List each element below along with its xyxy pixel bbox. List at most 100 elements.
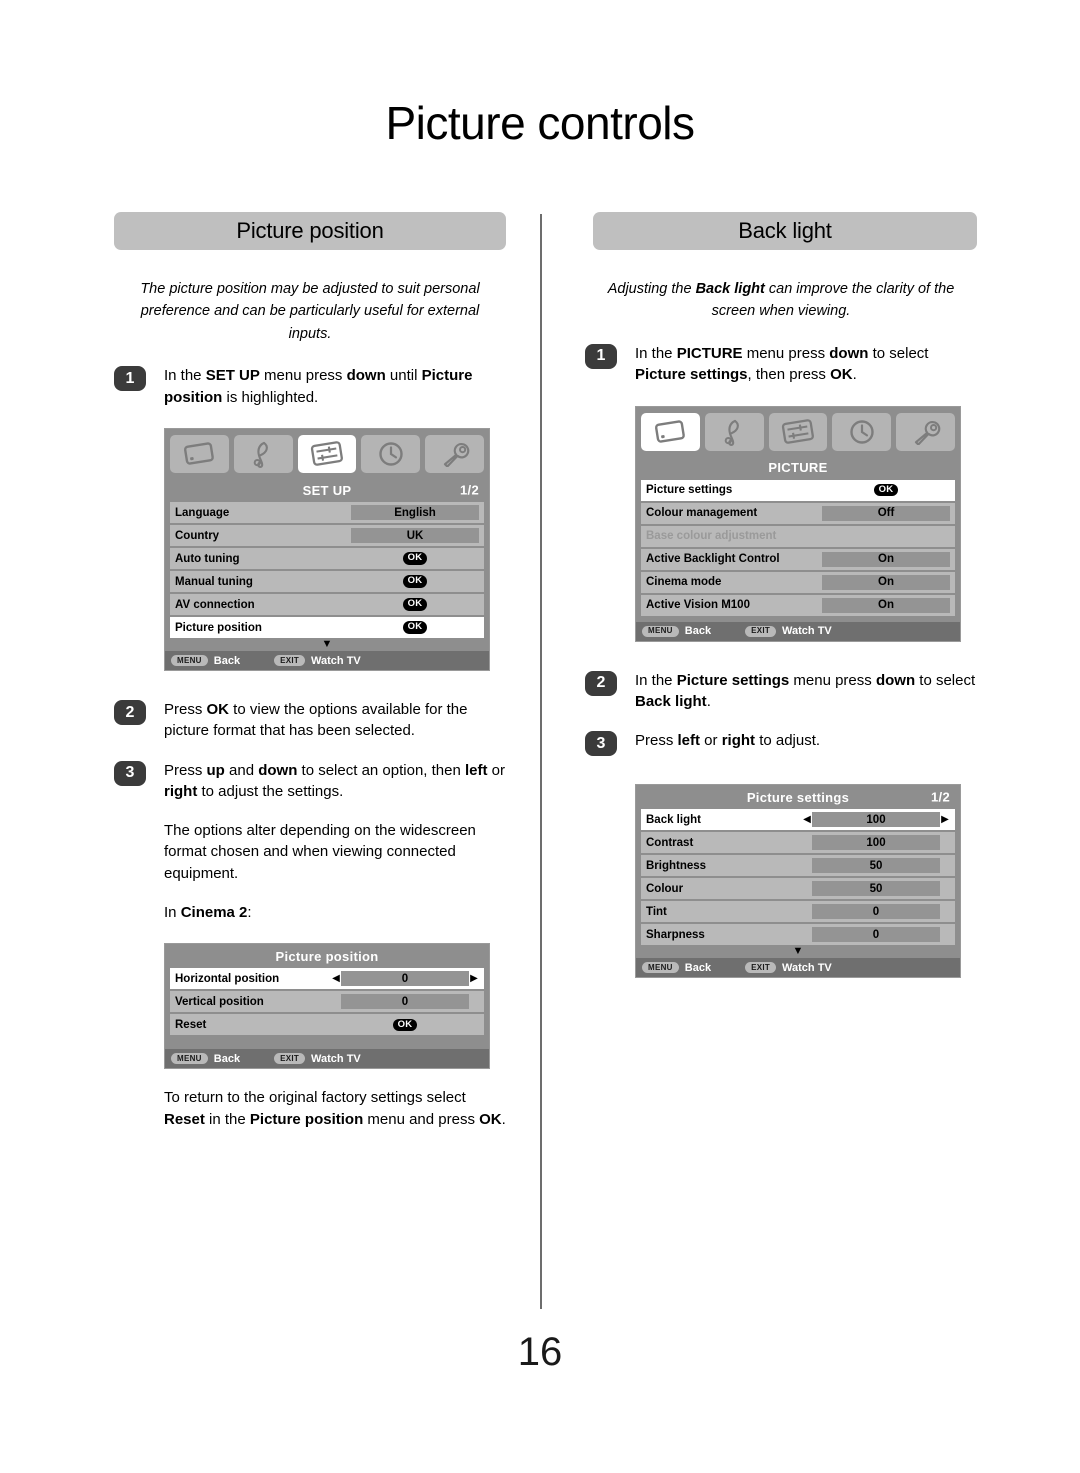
osd-row-sharpness[interactable]: Sharpness 0 bbox=[641, 924, 955, 946]
osd-row-horizontal-position[interactable]: Horizontal position ◀ 0 ▶ bbox=[170, 968, 484, 990]
osd-row-label: Brightness bbox=[646, 859, 707, 872]
osd-row-contrast[interactable]: Contrast 100 bbox=[641, 832, 955, 854]
osd-row-colour-management[interactable]: Colour management Off bbox=[641, 502, 955, 524]
osd-row-colour[interactable]: Colour 50 bbox=[641, 878, 955, 900]
osd-row-value[interactable]: 100 bbox=[812, 812, 940, 828]
exit-key-pill[interactable]: EXIT bbox=[274, 1053, 306, 1065]
reset-note-bold-reset: Reset bbox=[164, 1110, 205, 1128]
osd-row-ok[interactable]: OK bbox=[351, 552, 479, 565]
reset-note-pre: To return to the original factory settin… bbox=[164, 1089, 466, 1107]
step-bold-back-light: Back light bbox=[635, 692, 707, 710]
osd-row-label: Picture settings bbox=[646, 484, 733, 497]
ok-badge: OK bbox=[873, 483, 899, 497]
scroll-down-indicator-icon[interactable]: ▼ bbox=[636, 946, 960, 959]
arrow-left-icon[interactable]: ◀ bbox=[802, 814, 812, 825]
osd-row-picture-settings[interactable]: Picture settings OK bbox=[641, 479, 955, 501]
osd-row-reset[interactable]: Reset OK bbox=[170, 1014, 484, 1036]
osd-row-back-light[interactable]: Back light ◀ 100 ▶ bbox=[641, 809, 955, 831]
menu-key-pill[interactable]: MENU bbox=[642, 625, 679, 637]
step-badge: 3 bbox=[585, 731, 617, 757]
osd-row-value[interactable]: 50 bbox=[812, 858, 940, 874]
sliders-icon[interactable] bbox=[768, 412, 828, 451]
osd-row-country[interactable]: Country UK bbox=[170, 525, 484, 546]
osd-row-brightness[interactable]: Brightness 50 bbox=[641, 855, 955, 877]
scroll-down-indicator-icon[interactable]: ▼ bbox=[165, 639, 489, 651]
osd-row-value[interactable]: On bbox=[822, 574, 950, 590]
osd-row-value[interactable]: 100 bbox=[812, 835, 940, 851]
osd-row-tint[interactable]: Tint 0 bbox=[641, 901, 955, 923]
osd-title-bar: Picture settings 1/2 bbox=[636, 785, 960, 810]
osd-row-label: Back light bbox=[646, 813, 701, 826]
exit-key-pill[interactable]: EXIT bbox=[274, 655, 306, 666]
clock-icon[interactable] bbox=[832, 412, 892, 451]
osd-row-list: Language English Country UK Auto tuning … bbox=[165, 502, 489, 638]
menu-key-pill[interactable]: MENU bbox=[642, 962, 679, 974]
osd-page-indicator: 1/2 bbox=[931, 789, 950, 805]
menu-key-label: Back bbox=[684, 961, 712, 974]
cinema-label-bold: Cinema 2 bbox=[180, 904, 248, 922]
osd-row-vertical-position[interactable]: Vertical position 0 bbox=[170, 991, 484, 1013]
osd-row-ok[interactable]: OK bbox=[822, 483, 950, 497]
intro-paragraph-left: The picture position may be adjusted to … bbox=[114, 278, 506, 345]
osd-footer-bar: MENU Back EXIT Watch TV bbox=[165, 1049, 489, 1069]
osd-row-manual-tuning[interactable]: Manual tuning OK bbox=[170, 571, 484, 592]
tv-screen-icon[interactable] bbox=[641, 412, 700, 451]
step-bold-up: up bbox=[206, 761, 225, 779]
step-text-mid: and bbox=[224, 761, 259, 779]
step-text-mid: menu press bbox=[259, 367, 347, 385]
step-bold-ok: OK bbox=[206, 701, 230, 718]
osd-row-value[interactable]: 50 bbox=[812, 881, 940, 897]
osd-row-picture-position[interactable]: Picture position OK bbox=[170, 617, 484, 638]
music-note-icon[interactable] bbox=[233, 435, 293, 473]
osd-row-value bbox=[822, 529, 950, 544]
osd-row-language[interactable]: Language English bbox=[170, 502, 484, 523]
osd-row-value[interactable]: 0 bbox=[341, 971, 469, 987]
osd-row-active-backlight-control[interactable]: Active Backlight Control On bbox=[641, 548, 955, 570]
section-title-text: Picture position bbox=[236, 218, 384, 243]
wrench-icon[interactable] bbox=[425, 435, 484, 473]
exit-key-pill[interactable]: EXIT bbox=[745, 962, 777, 974]
clock-icon[interactable] bbox=[361, 435, 421, 473]
arrow-left-icon[interactable]: ◀ bbox=[331, 973, 341, 984]
osd-row-value[interactable]: On bbox=[822, 551, 950, 567]
osd-row-ok[interactable]: OK bbox=[341, 1018, 469, 1032]
osd-row-value[interactable]: UK bbox=[351, 528, 479, 543]
osd-row-value[interactable]: 0 bbox=[812, 904, 940, 920]
step-3-left: 3 Press up and down to select an option,… bbox=[114, 760, 506, 803]
tv-screen-icon[interactable] bbox=[170, 435, 229, 473]
step-text-post: to adjust. bbox=[755, 732, 821, 750]
osd-row-value[interactable]: 0 bbox=[341, 994, 469, 1010]
setup-menu-screenshot: SET UP 1/2 Language English Country UK A… bbox=[164, 428, 490, 671]
osd-row-cinema-mode[interactable]: Cinema mode On bbox=[641, 571, 955, 593]
osd-row-ok[interactable]: OK bbox=[351, 575, 479, 588]
picture-settings-menu-screenshot: Picture settings 1/2 Back light ◀ 100 ▶ … bbox=[635, 784, 961, 979]
osd-row-active-vision-m100[interactable]: Active Vision M100 On bbox=[641, 594, 955, 616]
osd-row-label: Reset bbox=[175, 1018, 207, 1031]
osd-row-value[interactable]: 0 bbox=[812, 927, 940, 943]
osd-row-list: Picture settings OK Colour management Of… bbox=[636, 479, 960, 616]
osd-page-indicator: 1/2 bbox=[460, 482, 479, 498]
osd-row-value[interactable]: English bbox=[351, 505, 479, 520]
menu-key-label: Back bbox=[213, 654, 241, 667]
menu-key-pill[interactable]: MENU bbox=[171, 655, 208, 666]
osd-row-label: Horizontal position bbox=[175, 972, 280, 985]
menu-key-pill[interactable]: MENU bbox=[171, 1053, 208, 1065]
osd-row-ok[interactable]: OK bbox=[351, 621, 479, 634]
exit-key-pill[interactable]: EXIT bbox=[745, 625, 777, 637]
arrow-right-icon[interactable]: ▶ bbox=[940, 814, 950, 825]
wrench-icon[interactable] bbox=[896, 412, 955, 451]
osd-title-text: SET UP bbox=[302, 482, 352, 498]
arrow-right-icon[interactable]: ▶ bbox=[469, 973, 479, 984]
osd-row-value[interactable]: On bbox=[822, 597, 950, 613]
osd-row-ok[interactable]: OK bbox=[351, 598, 479, 611]
sliders-icon[interactable] bbox=[297, 435, 357, 473]
osd-row-auto-tuning[interactable]: Auto tuning OK bbox=[170, 548, 484, 569]
osd-title-text: Picture position bbox=[275, 948, 379, 964]
ok-badge: OK bbox=[402, 621, 428, 634]
osd-footer-bar: MENU Back EXIT Watch TV bbox=[165, 651, 489, 670]
osd-row-value[interactable]: Off bbox=[822, 505, 950, 521]
osd-row-av-connection[interactable]: AV connection OK bbox=[170, 594, 484, 615]
music-note-icon[interactable] bbox=[704, 412, 764, 451]
step-text-post: to adjust the settings. bbox=[197, 782, 344, 800]
step-bold-ok: OK bbox=[830, 366, 853, 384]
